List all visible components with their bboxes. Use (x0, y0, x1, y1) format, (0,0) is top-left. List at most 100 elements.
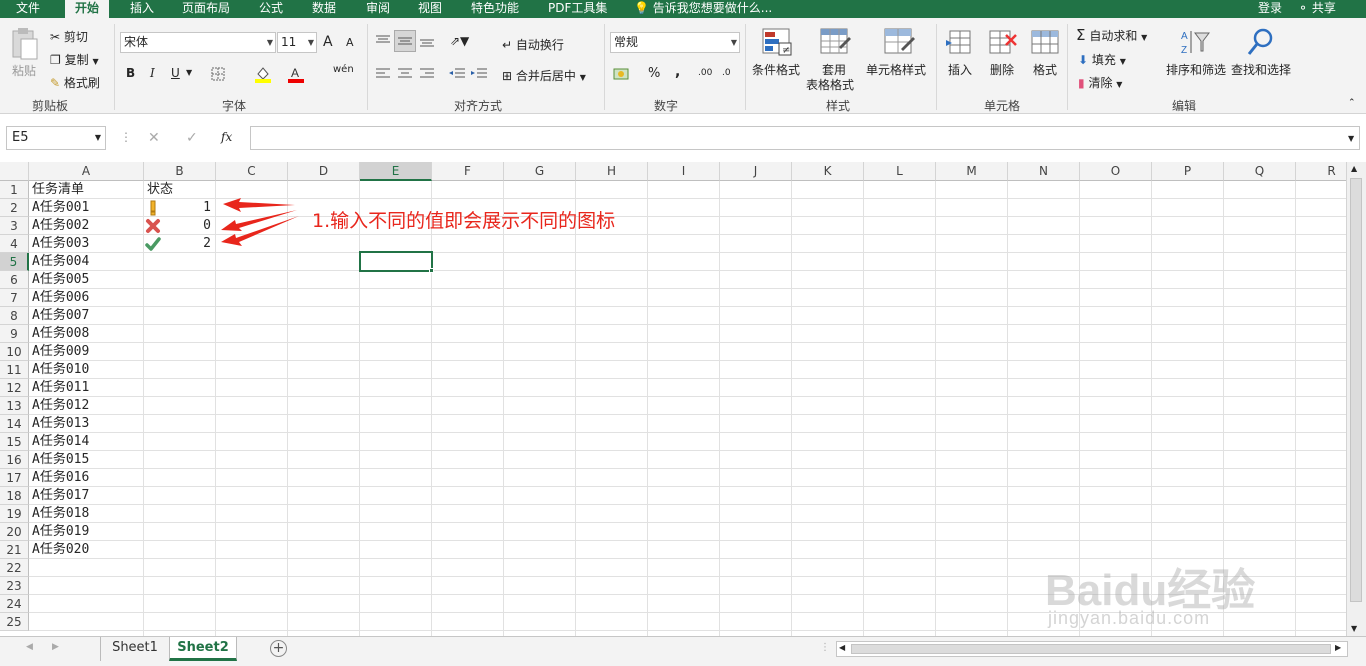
wrap-text-button[interactable]: ↵ 自动换行 (502, 36, 564, 53)
row-header-12[interactable]: 12 (0, 379, 29, 397)
bold-button[interactable]: B (126, 66, 135, 80)
cell-A21[interactable]: A任务020 (30, 541, 89, 559)
column-header-E[interactable]: E (360, 162, 432, 181)
copy-button[interactable]: ❐ 复制 ▼ (50, 51, 99, 68)
align-center-icon[interactable] (396, 65, 414, 83)
column-header-F[interactable]: F (432, 162, 504, 181)
column-header-O[interactable]: O (1080, 162, 1152, 181)
menu-features[interactable]: 特色功能 (471, 0, 519, 18)
row-header-15[interactable]: 15 (0, 433, 29, 451)
formula-input[interactable] (250, 126, 1360, 150)
selected-cell-E5[interactable] (359, 251, 433, 272)
row-header-22[interactable]: 22 (0, 559, 29, 577)
row-header-21[interactable]: 21 (0, 541, 29, 559)
column-header-H[interactable]: H (576, 162, 648, 181)
scroll-up-icon[interactable]: ▲ (1351, 164, 1357, 173)
cell-A10[interactable]: A任务009 (30, 343, 89, 361)
collapse-ribbon-icon[interactable]: ⌃ (1348, 98, 1356, 108)
comma-button[interactable]: , (675, 64, 680, 80)
menu-file[interactable]: 文件 (16, 0, 40, 18)
column-header-G[interactable]: G (504, 162, 576, 181)
column-header-A[interactable]: A (29, 162, 144, 181)
row-header-19[interactable]: 19 (0, 505, 29, 523)
scroll-left-icon[interactable]: ◀ (839, 643, 845, 652)
cell-A7[interactable]: A任务006 (30, 289, 89, 307)
merge-center-button[interactable]: ⊞ 合并后居中 ▼ (502, 67, 586, 84)
hscroll-thumb[interactable] (851, 644, 1331, 654)
enter-icon[interactable]: ✓ (186, 130, 198, 146)
cell-A14[interactable]: A任务013 (30, 415, 89, 433)
increase-indent-icon[interactable] (470, 65, 488, 83)
row-header-24[interactable]: 24 (0, 595, 29, 613)
cell-A11[interactable]: A任务010 (30, 361, 89, 379)
share-button[interactable]: ⚬ 共享 (1298, 0, 1336, 18)
align-top-icon[interactable] (374, 32, 392, 50)
row-header-8[interactable]: 8 (0, 307, 29, 325)
row-header-6[interactable]: 6 (0, 271, 29, 289)
decrease-indent-icon[interactable] (448, 65, 466, 83)
cell-A4[interactable]: A任务003 (30, 235, 89, 253)
row-header-9[interactable]: 9 (0, 325, 29, 343)
tab-sheet2[interactable]: Sheet2 (169, 637, 237, 661)
align-right-icon[interactable] (418, 65, 436, 83)
select-all-corner[interactable] (0, 162, 29, 181)
format-as-table-icon[interactable] (818, 26, 852, 58)
row-header-10[interactable]: 10 (0, 343, 29, 361)
increase-decimal-button[interactable]: .00 (698, 68, 712, 78)
row-header-18[interactable]: 18 (0, 487, 29, 505)
percent-button[interactable]: % (648, 66, 660, 81)
cell-A15[interactable]: A任务014 (30, 433, 89, 451)
cell-B4[interactable]: 2 (145, 235, 215, 253)
cell-A2[interactable]: A任务001 (30, 199, 89, 217)
function-icon[interactable]: fx (221, 130, 232, 144)
font-name-select[interactable]: 宋体 ▼ (120, 32, 276, 53)
scroll-thumb[interactable] (1350, 178, 1362, 602)
menu-pdf-tools[interactable]: PDF工具集 (548, 0, 607, 18)
column-header-J[interactable]: J (720, 162, 792, 181)
login-link[interactable]: 登录 (1258, 0, 1282, 18)
cut-button[interactable]: ✂ 剪切 (50, 28, 88, 45)
row-header-4[interactable]: 4 (0, 235, 29, 253)
horizontal-scrollbar[interactable]: ◀ ▶ (836, 641, 1348, 657)
format-painter-button[interactable]: ✎ 格式刷 (50, 74, 100, 91)
cell-A8[interactable]: A任务007 (30, 307, 89, 325)
name-box[interactable]: E5 ▼ (6, 126, 106, 150)
insert-cells-icon[interactable] (945, 26, 975, 58)
border-icon[interactable] (210, 66, 226, 82)
number-format-select[interactable]: 常规 ▼ (610, 32, 740, 53)
chevron-down-icon[interactable]: ▼ (186, 68, 192, 77)
column-header-K[interactable]: K (792, 162, 864, 181)
next-sheet-icon[interactable]: ▶ (52, 642, 59, 652)
menu-home[interactable]: 开始 (65, 0, 110, 18)
row-header-20[interactable]: 20 (0, 523, 29, 541)
sort-filter-icon[interactable]: AZ (1178, 26, 1212, 58)
fill-handle[interactable] (429, 268, 434, 273)
cell-A18[interactable]: A任务017 (30, 487, 89, 505)
menu-insert[interactable]: 插入 (130, 0, 154, 18)
prev-sheet-icon[interactable]: ◀ (26, 642, 33, 652)
column-header-M[interactable]: M (936, 162, 1008, 181)
row-header-13[interactable]: 13 (0, 397, 29, 415)
fill-button[interactable]: ⬇ 填充 ▼ (1078, 51, 1126, 68)
tell-me-box[interactable]: 💡 告诉我您想要做什么... (634, 0, 772, 18)
align-left-icon[interactable] (374, 65, 392, 83)
clear-button[interactable]: ▮ 清除 ▼ (1078, 74, 1122, 91)
fill-color-icon[interactable] (253, 64, 273, 84)
delete-cells-icon[interactable] (987, 26, 1019, 58)
column-header-B[interactable]: B (144, 162, 216, 181)
row-header-7[interactable]: 7 (0, 289, 29, 307)
decrease-decimal-button[interactable]: .0 (722, 68, 731, 78)
scroll-right-icon[interactable]: ▶ (1335, 643, 1341, 652)
column-header-I[interactable]: I (648, 162, 720, 181)
phonetic-icon[interactable]: wén (333, 64, 354, 75)
vertical-scrollbar[interactable]: ▲ ▼ (1346, 162, 1366, 636)
column-header-L[interactable]: L (864, 162, 936, 181)
currency-icon[interactable] (612, 65, 636, 83)
font-color-icon[interactable]: A (286, 64, 306, 84)
cell-A9[interactable]: A任务008 (30, 325, 89, 343)
cell-A20[interactable]: A任务019 (30, 523, 89, 541)
tab-sheet1[interactable]: Sheet1 (102, 637, 168, 661)
format-cells-icon[interactable] (1029, 26, 1061, 58)
menu-data[interactable]: 数据 (312, 0, 336, 18)
shrink-font-button[interactable]: A (346, 36, 354, 49)
